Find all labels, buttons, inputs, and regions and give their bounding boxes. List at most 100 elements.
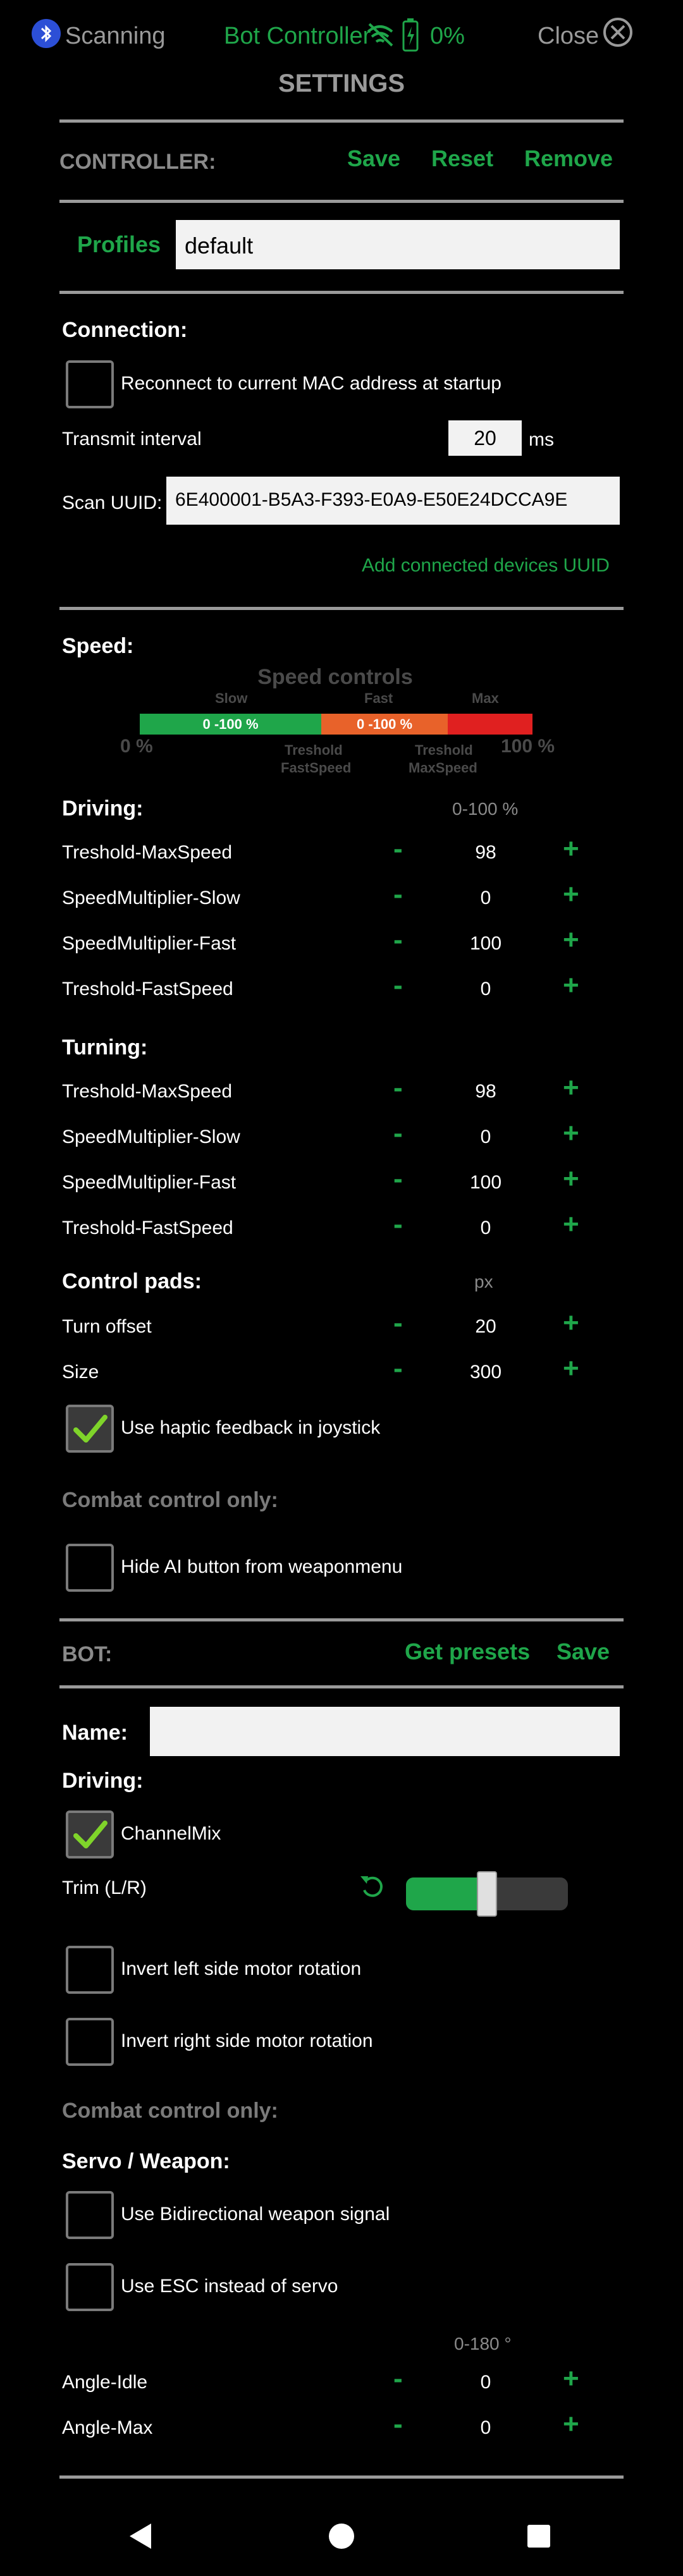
decrement-button[interactable]: -: [393, 1118, 403, 1149]
undo-icon[interactable]: [358, 1872, 386, 1900]
battery-icon: [402, 18, 419, 52]
invert-left-checkbox[interactable]: [66, 1946, 114, 1994]
slow-range-label: 0 -100 %: [202, 716, 259, 732]
decrement-button[interactable]: -: [393, 1163, 403, 1195]
increment-button[interactable]: +: [563, 1163, 579, 1195]
scan-uuid-input[interactable]: 6E400001-B5A3-F393-E0A9-E50E24DCCA9E: [166, 477, 620, 525]
divider: [59, 291, 624, 294]
increment-button[interactable]: +: [563, 833, 579, 865]
combat-only-title-2: Combat control only:: [62, 2099, 278, 2123]
bot-save-button[interactable]: Save: [557, 1639, 610, 1665]
recents-square-icon[interactable]: [527, 2525, 550, 2548]
home-circle-icon[interactable]: [329, 2524, 354, 2549]
invert-right-checkbox[interactable]: [66, 2018, 114, 2066]
increment-button[interactable]: +: [563, 2363, 579, 2395]
divider: [59, 2475, 624, 2479]
haptic-label: Use haptic feedback in joystick: [121, 1417, 381, 1438]
row-label: Treshold-MaxSpeed: [62, 842, 233, 863]
fast-range-label: 0 -100 %: [356, 716, 413, 732]
decrement-button[interactable]: -: [393, 1353, 403, 1384]
row-value: 98: [475, 1081, 496, 1102]
left-percent: 0 %: [120, 736, 153, 757]
esc-label: Use ESC instead of servo: [121, 2276, 338, 2297]
increment-button[interactable]: +: [563, 879, 579, 910]
controller-section-title: CONTROLLER:: [59, 150, 216, 174]
trim-label: Trim (L/R): [62, 1877, 147, 1898]
fast-label: Fast: [364, 690, 393, 706]
decrement-button[interactable]: -: [393, 924, 403, 956]
close-button[interactable]: Close: [538, 18, 639, 53]
transmit-interval-input[interactable]: 20: [448, 420, 522, 456]
decrement-button[interactable]: -: [393, 1209, 403, 1240]
row-label: Treshold-FastSpeed: [62, 979, 233, 999]
divider: [59, 1618, 624, 1621]
back-triangle-icon[interactable]: [128, 2522, 154, 2550]
threshold-max-label-2: MaxSpeed: [409, 760, 477, 776]
invert-left-label: Invert left side motor rotation: [121, 1958, 362, 1979]
row-value: 100: [469, 1172, 502, 1193]
navigation-bar: [0, 2503, 683, 2576]
check-icon: [73, 1415, 108, 1443]
row-label: Size: [62, 1362, 99, 1383]
status-bar: Scanning Bot Controller 0% Close: [0, 0, 683, 70]
get-presets-button[interactable]: Get presets: [405, 1639, 530, 1665]
check-icon: [73, 1821, 108, 1848]
decrement-button[interactable]: -: [393, 1072, 403, 1104]
row-value: 100: [469, 933, 502, 954]
driving-title: Driving:: [62, 797, 144, 821]
increment-button[interactable]: +: [563, 970, 579, 1001]
increment-button[interactable]: +: [563, 924, 579, 956]
row-value: 0: [480, 2372, 491, 2393]
bidirectional-checkbox[interactable]: [66, 2191, 114, 2239]
increment-button[interactable]: +: [563, 1307, 579, 1339]
bot-name-input[interactable]: [150, 1707, 620, 1756]
row-value: 300: [469, 1362, 502, 1383]
trim-slider-fill: [406, 1877, 487, 1910]
page-title: SETTINGS: [278, 70, 405, 97]
row-value: 0: [480, 979, 491, 999]
app-title: Bot Controller: [224, 23, 371, 49]
max-bar: [448, 714, 532, 735]
speed-diagram-title: Speed controls: [257, 665, 413, 689]
controller-save-button[interactable]: Save: [347, 145, 400, 172]
angle-unit: 0-180 °: [454, 2334, 512, 2353]
increment-button[interactable]: +: [563, 1118, 579, 1149]
speed-diagram: Speed controls Slow Fast Max 0 -100 % 0 …: [114, 664, 582, 787]
trim-slider-handle[interactable]: [477, 1871, 497, 1917]
profile-name-input[interactable]: default: [176, 220, 620, 269]
invert-right-label: Invert right side motor rotation: [121, 2030, 373, 2051]
control-pads-title: Control pads:: [62, 1269, 202, 1293]
reconnect-checkbox[interactable]: [66, 360, 114, 408]
decrement-button[interactable]: -: [393, 2363, 403, 2395]
control-pads-unit: px: [474, 1272, 493, 1291]
reconnect-label: Reconnect to current MAC address at star…: [121, 373, 501, 394]
decrement-button[interactable]: -: [393, 879, 403, 910]
channelmix-checkbox[interactable]: [66, 1810, 114, 1859]
decrement-button[interactable]: -: [393, 970, 403, 1001]
row-label: SpeedMultiplier-Fast: [62, 933, 237, 954]
threshold-max-label-1: Treshold: [415, 742, 473, 758]
add-uuid-link[interactable]: Add connected devices UUID: [362, 555, 610, 577]
connection-title: Connection:: [62, 318, 188, 342]
decrement-button[interactable]: -: [393, 1307, 403, 1339]
controller-remove-button[interactable]: Remove: [524, 145, 613, 172]
increment-button[interactable]: +: [563, 1353, 579, 1384]
increment-button[interactable]: +: [563, 1209, 579, 1240]
controller-reset-button[interactable]: Reset: [431, 145, 493, 172]
divider: [59, 200, 624, 203]
decrement-button[interactable]: -: [393, 2408, 403, 2440]
profiles-button[interactable]: Profiles: [77, 231, 161, 258]
trim-slider[interactable]: [406, 1871, 568, 1917]
haptic-checkbox[interactable]: [66, 1405, 114, 1453]
transmit-interval-label: Transmit interval: [62, 429, 202, 449]
increment-button[interactable]: +: [563, 1072, 579, 1104]
close-label: Close: [538, 23, 600, 49]
decrement-button[interactable]: -: [393, 833, 403, 865]
hide-ai-label: Hide AI button from weaponmenu: [121, 1556, 403, 1577]
increment-button[interactable]: +: [563, 2408, 579, 2440]
hide-ai-checkbox[interactable]: [66, 1544, 114, 1592]
slow-bar: 0 -100 %: [140, 714, 321, 735]
right-percent: 100 %: [501, 736, 555, 757]
esc-checkbox[interactable]: [66, 2263, 114, 2311]
row-label: Angle-Max: [62, 2417, 153, 2438]
